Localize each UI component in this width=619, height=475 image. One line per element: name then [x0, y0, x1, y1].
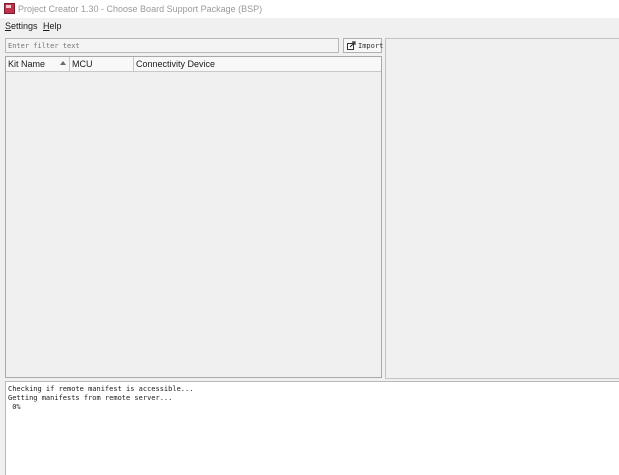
filter-input[interactable] — [5, 38, 339, 53]
column-header-kit-name[interactable]: Kit Name — [6, 57, 70, 71]
import-button-label: Import — [358, 42, 384, 50]
menu-settings-label: ettings — [11, 21, 38, 31]
import-icon — [347, 41, 356, 50]
import-button[interactable]: Import — [343, 38, 384, 53]
column-label-kit-name: Kit Name — [8, 59, 46, 69]
menu-bar: Settings Help — [0, 18, 619, 35]
details-panel — [385, 38, 619, 379]
table-header: Kit Name MCU Connectivity Device — [6, 57, 381, 72]
menu-settings[interactable]: Settings — [5, 21, 38, 31]
title-bar: Project Creator 1.30 - Choose Board Supp… — [0, 0, 619, 18]
log-line: Getting manifests from remote server... — [8, 394, 173, 402]
column-header-mcu[interactable]: MCU — [70, 57, 134, 71]
column-label-mcu: MCU — [72, 59, 93, 69]
menu-help-label: elp — [49, 21, 62, 31]
menu-help[interactable]: Help — [43, 21, 62, 31]
window-title: Project Creator 1.30 - Choose Board Supp… — [18, 4, 263, 14]
bsp-table[interactable]: Kit Name MCU Connectivity Device — [5, 56, 382, 378]
app-icon — [4, 3, 15, 14]
sort-ascending-icon — [60, 61, 66, 65]
log-line: Checking if remote manifest is accessibl… — [8, 385, 194, 393]
log-output: Checking if remote manifest is accessibl… — [5, 381, 619, 475]
column-header-connectivity-device[interactable]: Connectivity Device — [134, 57, 381, 71]
log-progress: 0% — [8, 403, 21, 411]
column-label-connectivity-device: Connectivity Device — [136, 59, 216, 69]
